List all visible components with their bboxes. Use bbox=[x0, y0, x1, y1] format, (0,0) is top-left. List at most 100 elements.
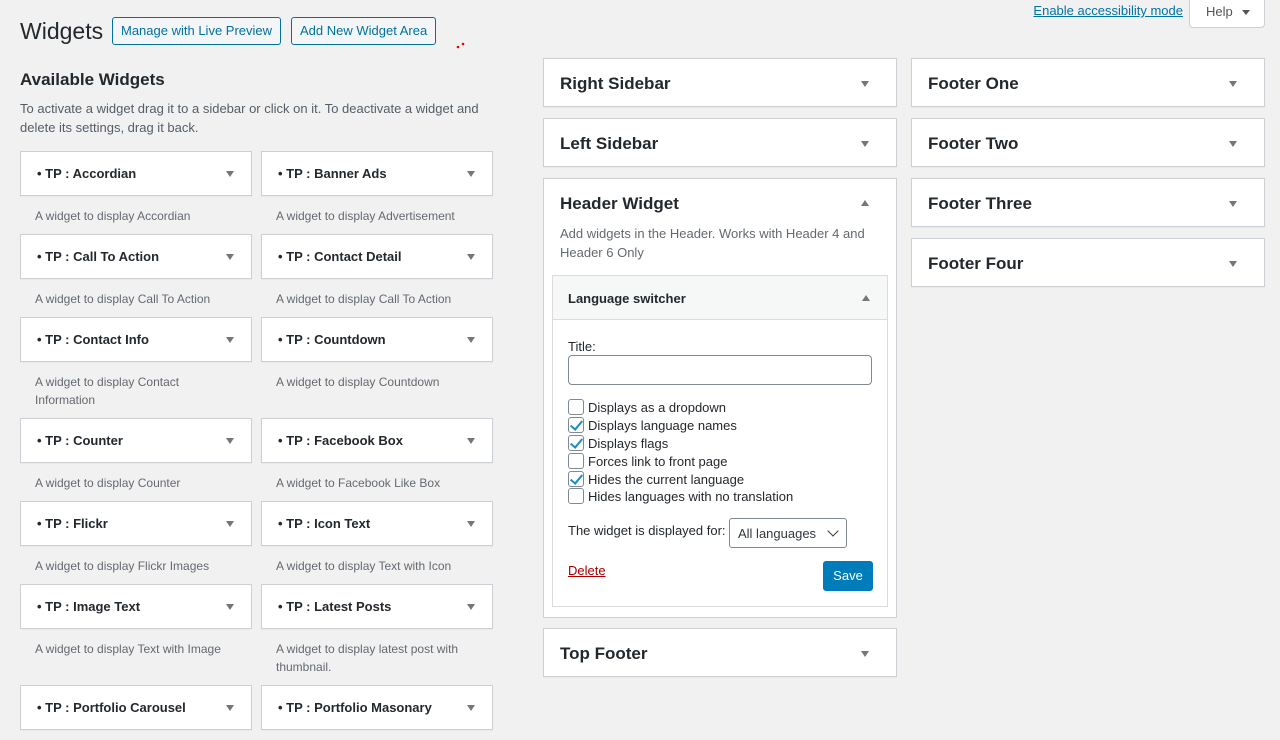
widget-item[interactable]: • TP : Image Text bbox=[20, 584, 252, 629]
caret-down-icon[interactable] bbox=[467, 438, 475, 444]
widget-item[interactable]: • TP : Facebook Box bbox=[261, 418, 493, 463]
caret-down-icon[interactable] bbox=[467, 337, 475, 343]
widget-item[interactable]: • TP : Countdown bbox=[261, 317, 493, 362]
widget-name: • TP : Facebook Box bbox=[278, 433, 403, 448]
help-label: Help bbox=[1206, 4, 1233, 19]
option-force-front-page[interactable]: Forces link to front page bbox=[568, 452, 727, 470]
widget-item[interactable]: • TP : Portfolio Carousel bbox=[20, 685, 252, 730]
language-switcher-widget: Language switcher Title: Displays as a d… bbox=[552, 275, 888, 607]
title-label: Title: bbox=[568, 339, 596, 354]
widget-title: Language switcher bbox=[568, 291, 686, 306]
displayed-for-label: The widget is displayed for: bbox=[568, 523, 726, 538]
add-widget-area-button[interactable]: Add New Widget Area bbox=[291, 17, 437, 45]
delete-link[interactable]: Delete bbox=[568, 563, 606, 578]
widget-name: • TP : Counter bbox=[37, 433, 123, 448]
option-flags[interactable]: Displays flags bbox=[568, 434, 668, 452]
caret-down-icon[interactable] bbox=[226, 171, 234, 177]
checkbox-label: Displays flags bbox=[588, 435, 669, 451]
checkbox[interactable] bbox=[568, 453, 584, 469]
displayed-for-select[interactable]: All languages bbox=[729, 518, 847, 548]
checkbox-label: Displays language names bbox=[588, 417, 737, 433]
available-widgets-description: To activate a widget drag it to a sideba… bbox=[20, 101, 479, 135]
widget-description: A widget to display Advertisement bbox=[276, 209, 455, 223]
widget-description: A widget to display Call To Action bbox=[35, 292, 211, 306]
caret-down-icon[interactable] bbox=[861, 81, 869, 87]
widget-item[interactable]: • TP : Contact Info bbox=[20, 317, 252, 362]
caret-down-icon[interactable] bbox=[226, 438, 234, 444]
caret-down-icon[interactable] bbox=[861, 651, 869, 657]
widget-description: A widget to display Contact Information bbox=[35, 375, 180, 407]
caret-down-icon[interactable] bbox=[467, 171, 475, 177]
red-dot-mark bbox=[456, 42, 465, 49]
caret-down-icon[interactable] bbox=[226, 254, 234, 260]
widget-item[interactable]: • TP : Flickr bbox=[20, 501, 252, 546]
widget-name: • TP : Flickr bbox=[37, 516, 108, 531]
caret-down-icon[interactable] bbox=[467, 705, 475, 711]
caret-down-icon[interactable] bbox=[1229, 201, 1237, 207]
widget-item[interactable]: • TP : Portfolio Masonary bbox=[261, 685, 493, 730]
widget-name: • TP : Image Text bbox=[37, 599, 141, 614]
sidebar-right-sidebar[interactable]: Right Sidebar bbox=[543, 58, 897, 107]
option-hide-no-translation[interactable]: Hides languages with no translation bbox=[568, 487, 793, 505]
checkbox-label: Hides the current language bbox=[588, 471, 745, 487]
widget-item[interactable]: • TP : Latest Posts bbox=[261, 584, 493, 629]
sidebar-header-widget: Header Widget Add widgets in the Header.… bbox=[543, 178, 897, 618]
caret-down-icon[interactable] bbox=[226, 604, 234, 610]
checkbox[interactable] bbox=[568, 399, 584, 415]
widget-item[interactable]: • TP : Call To Action bbox=[20, 234, 252, 279]
save-button[interactable]: Save bbox=[823, 561, 873, 591]
checkbox[interactable] bbox=[568, 435, 584, 451]
widget-item[interactable]: • TP : Accordian bbox=[20, 151, 252, 196]
page-title: Widgets bbox=[20, 18, 104, 44]
widget-item[interactable]: • TP : Contact Detail bbox=[261, 234, 493, 279]
widget-description: A widget to display Call To Action bbox=[276, 292, 452, 306]
widget-name: • TP : Latest Posts bbox=[278, 599, 392, 614]
caret-down-icon[interactable] bbox=[226, 337, 234, 343]
option-dropdown[interactable]: Displays as a dropdown bbox=[568, 398, 726, 416]
sidebar-footer-one[interactable]: Footer One bbox=[911, 58, 1265, 107]
widget-name: • TP : Contact Info bbox=[37, 332, 149, 347]
caret-down-icon[interactable] bbox=[467, 521, 475, 527]
widget-name: • TP : Icon Text bbox=[278, 516, 371, 531]
widget-item[interactable]: • TP : Banner Ads bbox=[261, 151, 493, 196]
caret-up-icon[interactable] bbox=[862, 295, 870, 301]
caret-down-icon[interactable] bbox=[226, 705, 234, 711]
caret-down-icon[interactable] bbox=[467, 254, 475, 260]
widget-item[interactable]: • TP : Icon Text bbox=[261, 501, 493, 546]
widget-name: • TP : Portfolio Masonary bbox=[278, 700, 432, 715]
caret-down-icon[interactable] bbox=[226, 521, 234, 527]
widget-description: A widget to display Text with Icon bbox=[276, 559, 452, 573]
sidebar-footer-three[interactable]: Footer Three bbox=[911, 178, 1265, 227]
sidebar-top-footer[interactable]: Top Footer bbox=[543, 628, 897, 677]
option-hide-current[interactable]: Hides the current language bbox=[568, 470, 744, 488]
widget-item[interactable]: • TP : Counter bbox=[20, 418, 252, 463]
widget-description: A widget to display Flickr Images bbox=[35, 559, 210, 573]
caret-down-icon[interactable] bbox=[467, 604, 475, 610]
widget-description: A widget to Facebook Like Box bbox=[276, 476, 441, 490]
widget-name: • TP : Accordian bbox=[37, 166, 137, 181]
caret-down-icon[interactable] bbox=[861, 141, 869, 147]
chevron-down-icon bbox=[827, 525, 839, 537]
caret-down-icon[interactable] bbox=[1229, 81, 1237, 87]
title-input[interactable] bbox=[568, 355, 872, 385]
widget-name: • TP : Banner Ads bbox=[278, 166, 387, 181]
enable-accessibility-link[interactable]: Enable accessibility mode bbox=[1033, 3, 1183, 19]
sidebar-left-sidebar[interactable]: Left Sidebar bbox=[543, 118, 897, 167]
help-tab[interactable]: Help bbox=[1189, 0, 1265, 28]
sidebar-footer-two[interactable]: Footer Two bbox=[911, 118, 1265, 167]
widget-name: • TP : Contact Detail bbox=[278, 249, 402, 264]
sidebar-title: Right Sidebar bbox=[560, 74, 671, 93]
manage-live-preview-button[interactable]: Manage with Live Preview bbox=[112, 17, 282, 45]
caret-up-icon[interactable] bbox=[861, 200, 869, 206]
checkbox[interactable] bbox=[568, 488, 584, 504]
checkbox[interactable] bbox=[568, 417, 584, 433]
widget-description: A widget to display Text with Image bbox=[35, 642, 221, 656]
checkbox[interactable] bbox=[568, 471, 584, 487]
widget-header[interactable]: Language switcher bbox=[553, 276, 887, 320]
widget-description: A widget to display Counter bbox=[35, 476, 181, 490]
sidebar-title[interactable]: Header Widget bbox=[560, 193, 679, 215]
sidebar-footer-four[interactable]: Footer Four bbox=[911, 238, 1265, 287]
option-language-names[interactable]: Displays language names bbox=[568, 416, 737, 434]
caret-down-icon[interactable] bbox=[1229, 141, 1237, 147]
caret-down-icon[interactable] bbox=[1229, 261, 1237, 267]
